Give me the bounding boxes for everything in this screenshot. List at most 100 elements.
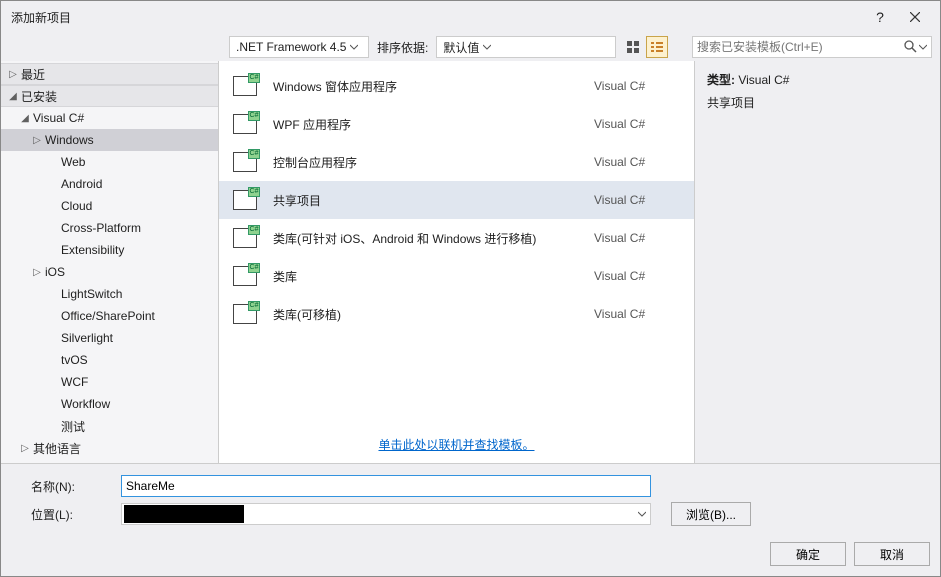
template-name: WPF 应用程序 [273, 116, 594, 133]
cancel-button[interactable]: 取消 [854, 542, 930, 566]
framework-value: .NET Framework 4.5 [236, 40, 346, 54]
search-icon [903, 39, 917, 56]
tree-section-installed[interactable]: ◢ 已安装 [1, 85, 218, 107]
template-icon: C# [229, 187, 261, 213]
titlebar: 添加新项目 ? [1, 1, 940, 33]
ok-button[interactable]: 确定 [770, 542, 846, 566]
tree-node-label: Web [59, 155, 85, 169]
online-templates-link-row: 单击此处以联机并查找模板。 [219, 428, 694, 463]
chevron-down-icon [350, 40, 358, 54]
tree-node-label: tvOS [59, 353, 88, 367]
expander-icon: ▷ [31, 267, 43, 278]
template-item[interactable]: C# WPF 应用程序Visual C# [219, 105, 694, 143]
chevron-down-icon [919, 40, 927, 54]
template-item[interactable]: C#类库Visual C# [219, 257, 694, 295]
list-icon [650, 40, 664, 54]
tree-section-recent[interactable]: ▷ 最近 [1, 63, 218, 85]
view-list-button[interactable] [646, 36, 668, 58]
tree-node-label: Cross-Platform [59, 221, 141, 235]
tree-node[interactable]: Extensibility [1, 239, 218, 261]
tree-node[interactable]: LightSwitch [1, 283, 218, 305]
expander-icon: ◢ [19, 113, 31, 124]
name-row: 名称(N): [11, 472, 930, 500]
chevron-down-icon [634, 507, 650, 521]
template-lang: Visual C# [594, 155, 684, 169]
template-lang: Visual C# [594, 79, 684, 93]
tree-node[interactable]: ◢Visual C# [1, 107, 218, 129]
view-mode-buttons [622, 36, 668, 58]
tree-node[interactable]: Android [1, 173, 218, 195]
template-name: 控制台应用程序 [273, 154, 594, 171]
category-tree: ▷ 最近 ◢ 已安装 ◢Visual C#▷WindowsWebAndroidC… [1, 61, 219, 463]
tree-node-label: Office/SharePoint [59, 309, 155, 323]
template-lang: Visual C# [594, 193, 684, 207]
template-item[interactable]: C# Windows 窗体应用程序Visual C# [219, 67, 694, 105]
template-name: 共享项目 [273, 192, 594, 209]
tree-node-label: Silverlight [59, 331, 113, 345]
tree-node[interactable]: Workflow [1, 393, 218, 415]
tree-node[interactable]: ▷iOS [1, 261, 218, 283]
template-lang: Visual C# [594, 117, 684, 131]
tree-node[interactable]: 测试 [1, 415, 218, 437]
tree-node-label: Cloud [59, 199, 92, 213]
tree-node[interactable]: Cross-Platform [1, 217, 218, 239]
browse-button[interactable]: 浏览(B)... [671, 502, 751, 526]
expander-icon: ▷ [7, 69, 19, 80]
template-item[interactable]: C# 共享项目Visual C# [219, 181, 694, 219]
grid-icon [626, 40, 640, 54]
window-title: 添加新项目 [11, 9, 870, 26]
template-lang: Visual C# [594, 269, 684, 283]
sortby-value: 默认值 [443, 39, 479, 56]
tree-node[interactable]: Cloud [1, 195, 218, 217]
tree-node[interactable]: ▷Windows [1, 129, 218, 151]
location-label: 位置(L): [11, 506, 121, 523]
template-icon: C# [229, 149, 261, 175]
tree-node-label: Extensibility [59, 243, 124, 257]
template-lang: Visual C# [594, 231, 684, 245]
info-description: 共享项目 [707, 94, 928, 111]
name-label: 名称(N): [11, 478, 121, 495]
tree-section-label: 最近 [19, 66, 45, 83]
tree-node[interactable]: Office/SharePoint [1, 305, 218, 327]
bottom-form: 名称(N): 位置(L): 浏览(B)... [1, 463, 940, 534]
view-grid-button[interactable] [622, 36, 644, 58]
close-icon [910, 12, 920, 22]
search-input[interactable] [697, 40, 903, 54]
location-value-redacted [124, 505, 244, 523]
search-box[interactable] [692, 36, 932, 58]
tree-node-label: Workflow [59, 397, 110, 411]
tree-node-label: Visual C# [31, 111, 84, 125]
sortby-dropdown[interactable]: 默认值 [436, 36, 616, 58]
expander-icon: ▷ [19, 443, 31, 454]
framework-dropdown[interactable]: .NET Framework 4.5 [229, 36, 369, 58]
template-item[interactable]: C#类库(可针对 iOS、Android 和 Windows 进行移植)Visu… [219, 219, 694, 257]
tree-section-label: 已安装 [19, 88, 57, 105]
info-type-row: 类型: Visual C# [707, 71, 928, 88]
location-row: 位置(L): 浏览(B)... [11, 500, 930, 528]
expander-icon: ◢ [7, 91, 19, 102]
dialog-actions: 确定 取消 [1, 534, 940, 576]
template-item[interactable]: C#类库(可移植)Visual C# [219, 295, 694, 333]
info-type-value: Visual C# [738, 73, 789, 87]
tree-node-label: 其他语言 [31, 440, 81, 457]
template-icon: C# [229, 111, 261, 137]
online-templates-link[interactable]: 单击此处以联机并查找模板。 [378, 438, 534, 452]
tree-node[interactable]: tvOS [1, 349, 218, 371]
tree-node[interactable]: Web [1, 151, 218, 173]
template-list-panel: C#Windows 窗体应用程序Visual C#C#WPF 应用程序Visua… [219, 61, 695, 463]
template-name: Windows 窗体应用程序 [273, 78, 594, 95]
chevron-down-icon [483, 40, 491, 54]
tree-node[interactable]: WCF [1, 371, 218, 393]
tree-node[interactable]: ▷其他语言 [1, 437, 218, 459]
tree-node[interactable]: Silverlight [1, 327, 218, 349]
tree-node-label: WCF [59, 375, 88, 389]
name-input[interactable] [121, 475, 651, 497]
location-dropdown[interactable] [121, 503, 651, 525]
help-button[interactable]: ? [870, 9, 890, 25]
template-item[interactable]: C# 控制台应用程序Visual C# [219, 143, 694, 181]
tree-node-label: 测试 [59, 418, 85, 435]
close-button[interactable] [896, 5, 934, 29]
template-icon: C# [229, 301, 261, 327]
template-icon: C# [229, 73, 261, 99]
tree-node-label: Windows [43, 133, 94, 147]
